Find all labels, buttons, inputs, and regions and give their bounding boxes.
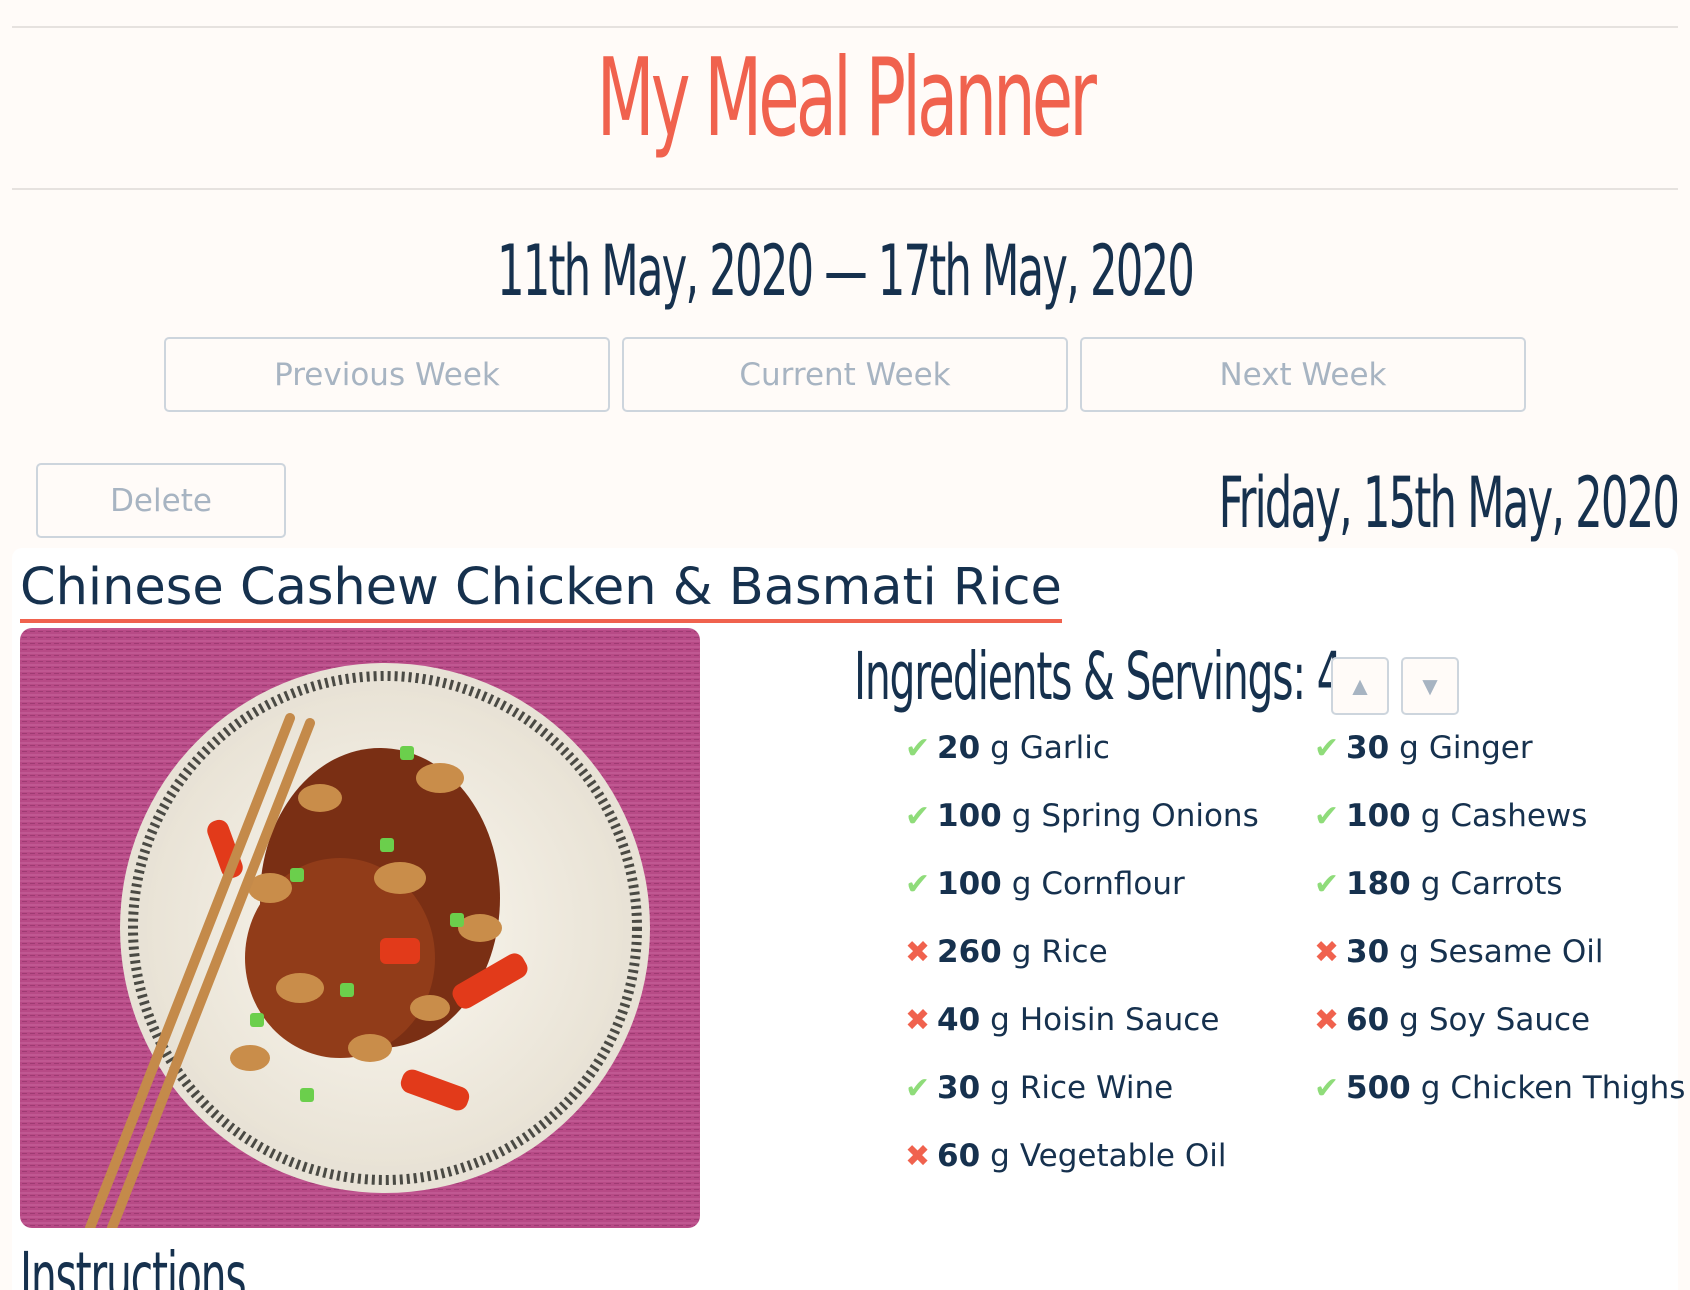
ingredient-quantity: 30 [1346,730,1390,766]
ingredient-quantity: 180 [1346,866,1411,902]
ingredients-heading: Ingredients & Servings: 4 [854,638,1343,715]
check-icon[interactable]: ✔ [905,731,935,766]
ingredient-item[interactable]: ✖ 260 g Rice [905,934,1108,970]
ingredient-item[interactable]: ✖ 40 g Hoisin Sauce [905,1002,1219,1038]
ingredient-quantity: 500 [1346,1070,1411,1106]
cross-icon[interactable]: ✖ [1314,935,1344,970]
header-top-rule [12,26,1678,28]
cross-icon[interactable]: ✖ [905,1139,935,1174]
servings-up-button[interactable]: ▲ [1331,657,1389,715]
ingredient-item[interactable]: ✔ 100 g Spring Onions [905,798,1259,834]
ingredient-quantity: 30 [1346,934,1390,970]
ingredient-item[interactable]: ✖ 60 g Soy Sauce [1314,1002,1590,1038]
food-photo-icon [20,628,700,1228]
ingredient-name: Garlic [1019,730,1110,766]
ingredient-unit: g [1399,1002,1419,1038]
check-icon[interactable]: ✔ [1314,731,1344,766]
ingredient-quantity: 100 [937,866,1002,902]
next-week-button[interactable]: Next Week [1080,337,1526,412]
ingredient-unit: g [990,1070,1010,1106]
ingredient-name: Rice [1041,934,1108,970]
check-icon[interactable]: ✔ [1314,867,1344,902]
ingredient-item[interactable]: ✖ 30 g Sesame Oil [1314,934,1603,970]
ingredient-quantity: 100 [937,798,1002,834]
previous-week-button[interactable]: Previous Week [164,337,610,412]
ingredient-name: Carrots [1450,866,1563,902]
cross-icon[interactable]: ✖ [905,935,935,970]
ingredient-quantity: 60 [937,1138,981,1174]
ingredient-name: Vegetable Oil [1019,1138,1227,1174]
recipe-title[interactable]: Chinese Cashew Chicken & Basmati Rice [20,558,1062,623]
ingredient-unit: g [990,730,1010,766]
ingredient-unit: g [990,1002,1010,1038]
ingredient-unit: g [1011,934,1032,970]
app-title: My Meal Planner [596,36,1097,161]
cross-icon[interactable]: ✖ [905,1003,935,1038]
ingredient-name: Sesame Oil [1428,934,1604,970]
header-bottom-rule [12,188,1678,190]
ingredient-name: Hoisin Sauce [1019,1002,1220,1038]
ingredient-quantity: 30 [937,1070,981,1106]
ingredient-name: Chicken Thighs [1450,1070,1686,1106]
ingredient-unit: g [1399,934,1419,970]
ingredient-unit: g [1011,798,1032,834]
delete-button[interactable]: Delete [36,463,286,538]
ingredient-item[interactable]: ✔ 500 g Chicken Thighs [1314,1070,1685,1106]
ingredient-name: Cashews [1450,798,1588,834]
ingredient-item[interactable]: ✔ 30 g Rice Wine [905,1070,1173,1106]
ingredient-quantity: 100 [1346,798,1411,834]
ingredient-quantity: 260 [937,934,1002,970]
ingredient-item[interactable]: ✔ 30 g Ginger [1314,730,1533,766]
ingredient-unit: g [1420,866,1441,902]
current-week-button[interactable]: Current Week [622,337,1068,412]
ingredient-unit: g [1420,798,1441,834]
ingredient-unit: g [990,1138,1010,1174]
check-icon[interactable]: ✔ [1314,799,1344,834]
cross-icon[interactable]: ✖ [1314,1003,1344,1038]
ingredient-item[interactable]: ✔ 100 g Cashews [1314,798,1587,834]
ingredient-name: Ginger [1428,730,1533,766]
ingredient-name: Cornflour [1041,866,1185,902]
servings-down-button[interactable]: ▼ [1401,657,1459,715]
ingredient-item[interactable]: ✔ 180 g Carrots [1314,866,1563,902]
check-icon[interactable]: ✔ [905,867,935,902]
day-date: Friday, 15th May, 2020 [1218,462,1679,544]
ingredient-quantity: 20 [937,730,981,766]
ingredient-unit: g [1399,730,1419,766]
ingredient-unit: g [1011,866,1032,902]
ingredient-item[interactable]: ✔ 20 g Garlic [905,730,1110,766]
ingredient-name: Spring Onions [1041,798,1259,834]
ingredient-quantity: 40 [937,1002,981,1038]
ingredient-item[interactable]: ✔ 100 g Cornflour [905,866,1185,902]
check-icon[interactable]: ✔ [905,799,935,834]
ingredient-item[interactable]: ✖ 60 g Vegetable Oil [905,1138,1226,1174]
ingredient-name: Rice Wine [1019,1070,1174,1106]
ingredient-unit: g [1420,1070,1441,1106]
ingredient-quantity: 60 [1346,1002,1390,1038]
week-range: 11th May, 2020 — 17th May, 2020 [497,230,1195,312]
check-icon[interactable]: ✔ [905,1071,935,1106]
ingredient-name: Soy Sauce [1428,1002,1591,1038]
check-icon[interactable]: ✔ [1314,1071,1344,1106]
instructions-heading: Instructions [20,1238,247,1290]
